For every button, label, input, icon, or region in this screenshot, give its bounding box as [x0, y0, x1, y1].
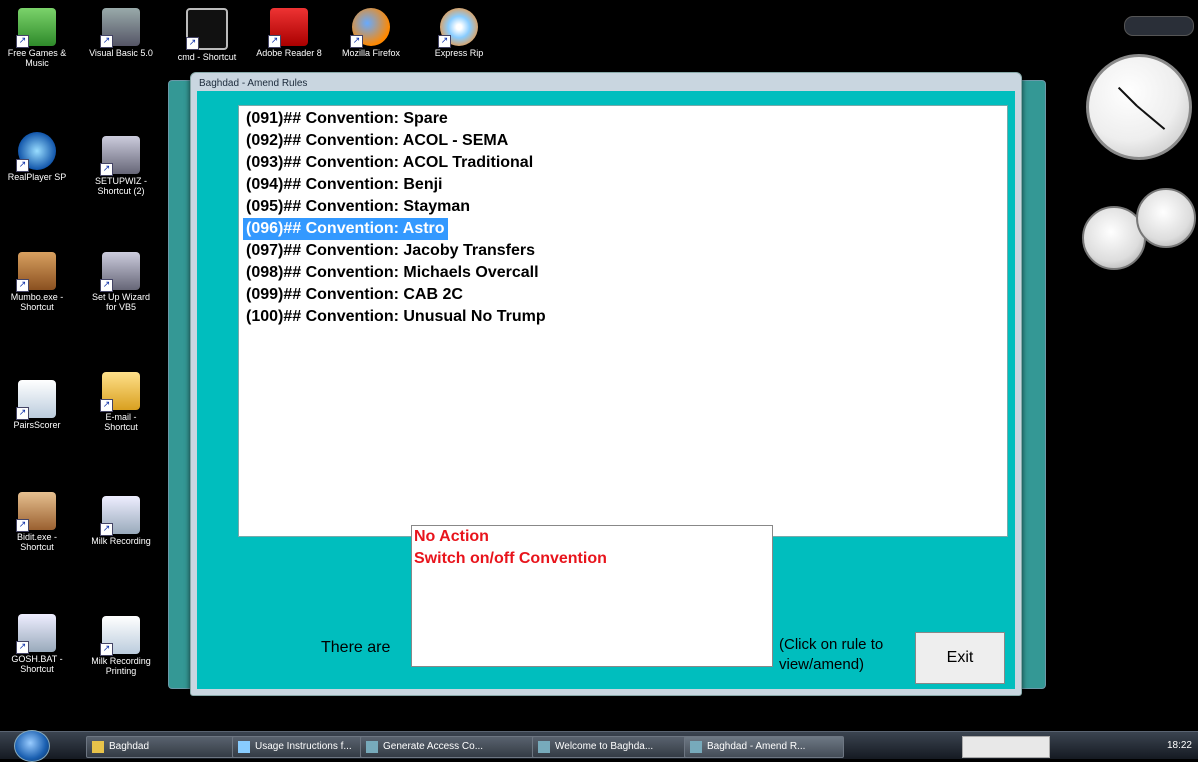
magnifier-icon: ↗ — [100, 496, 140, 536]
desktop-icon-bidit[interactable]: ↗ Bidit.exe - Shortcut — [4, 492, 70, 552]
window-client-area: (091)## Convention: Spare (092)## Conven… — [197, 91, 1015, 689]
desktop-icon-adobe-reader[interactable]: ↗ Adobe Reader 8 — [256, 8, 322, 58]
desktop-icon-label: Bidit.exe - Shortcut — [16, 532, 58, 552]
document-icon: ↗ — [100, 616, 140, 656]
desktop-icon-label: Set Up Wizard for VB5 — [91, 292, 151, 312]
desktop-icon-pairsscorer[interactable]: ↗ PairsScorer — [4, 380, 70, 430]
desktop-icon-milk-recording[interactable]: ↗ Milk Recording — [88, 496, 154, 546]
desktop-icon-label: SETUPWIZ - Shortcut (2) — [95, 176, 147, 196]
desktop-icon-label: Mumbo.exe - Shortcut — [10, 292, 64, 312]
taskbar-button[interactable]: Welcome to Baghda... — [532, 736, 692, 758]
desktop-icon-express-rip[interactable]: ↗ Express Rip — [426, 8, 492, 58]
window-title: Baghdad - Amend Rules — [199, 78, 308, 89]
action-no-action[interactable]: No Action — [414, 526, 489, 548]
window-icon — [366, 741, 378, 753]
desktop-icon-cmd[interactable]: ↗ cmd - Shortcut — [174, 8, 240, 62]
rules-listbox[interactable]: (091)## Convention: Spare (092)## Conven… — [238, 105, 1008, 537]
rule-item[interactable]: (094)## Convention: Benji — [243, 174, 445, 196]
folder-icon — [92, 741, 104, 753]
desktop-icon-label: PairsScorer — [13, 420, 61, 430]
cat-icon: ↗ — [16, 252, 56, 292]
memory-meter-gadget — [1136, 188, 1196, 248]
desktop-icon-free-games[interactable]: ↗ Free Games & Music — [4, 8, 70, 68]
cd-icon: ↗ — [438, 8, 478, 48]
rule-item-selected[interactable]: (096)## Convention: Astro — [243, 218, 448, 240]
setup-wizard-icon: ↗ — [100, 136, 140, 176]
rule-count-label: There are — [321, 639, 391, 656]
clock-minute-hand — [1136, 105, 1166, 130]
rule-item[interactable]: (091)## Convention: Spare — [243, 108, 451, 130]
desktop-icon-label: Free Games & Music — [7, 48, 67, 68]
desktop-icon-visual-basic[interactable]: ↗ Visual Basic 5.0 — [88, 8, 154, 58]
taskbar-button[interactable]: Usage Instructions f... — [232, 736, 372, 758]
desktop-icon-firefox[interactable]: ↗ Mozilla Firefox — [338, 8, 404, 58]
desktop-icon-label: Visual Basic 5.0 — [89, 48, 153, 58]
rule-item[interactable]: (095)## Convention: Stayman — [243, 196, 473, 218]
desktop-icon-label: RealPlayer SP — [7, 172, 67, 182]
email-icon: ↗ — [100, 372, 140, 412]
desktop-icon-label: Milk Recording — [91, 536, 151, 546]
amend-rules-window: Baghdad - Amend Rules (091)## Convention… — [190, 72, 1022, 696]
desktop-icon-label: Express Rip — [434, 48, 484, 58]
terminal-icon: ↗ — [186, 8, 228, 50]
desktop-icon-milk-recording-printing[interactable]: ↗ Milk Recording Printing — [88, 616, 154, 676]
rule-item[interactable]: (093)## Convention: ACOL Traditional — [243, 152, 536, 174]
action-listbox[interactable]: No Action Switch on/off Convention — [411, 525, 773, 667]
desktop-icon-label: Mozilla Firefox — [341, 48, 400, 58]
action-switch-convention[interactable]: Switch on/off Convention — [414, 548, 607, 570]
tray-clock[interactable]: 18:22 — [1167, 732, 1192, 759]
rule-item[interactable]: (097)## Convention: Jacoby Transfers — [243, 240, 538, 262]
clock-gadget — [1086, 54, 1192, 160]
language-bar[interactable] — [962, 736, 1050, 758]
click-hint-label: (Click on rule to view/amend) — [779, 636, 884, 673]
sidebar-gadget-controls[interactable] — [1124, 16, 1194, 36]
desktop-icon-setup-wizard-vb5[interactable]: ↗ Set Up Wizard for VB5 — [88, 252, 154, 312]
desktop-icon-gosh-bat[interactable]: ↗ GOSH.BAT - Shortcut — [4, 614, 70, 674]
magnifier-icon: ↗ — [16, 614, 56, 654]
document-icon — [238, 741, 250, 753]
taskbar-button[interactable]: Baghdad — [86, 736, 240, 758]
window-icon — [690, 741, 702, 753]
desktop-icon-setupwiz[interactable]: ↗ SETUPWIZ - Shortcut (2) — [88, 136, 154, 196]
exit-button[interactable]: Exit — [915, 632, 1005, 684]
desktop-icon-label: Adobe Reader 8 — [256, 48, 322, 58]
rule-item[interactable]: (100)## Convention: Unusual No Trump — [243, 306, 549, 328]
firefox-icon: ↗ — [350, 8, 390, 48]
desktop-icon-label: E-mail - Shortcut — [104, 412, 138, 432]
pdf-icon: ↗ — [268, 8, 308, 48]
desktop-icon-label: Milk Recording Printing — [91, 656, 151, 676]
desktop-icon-email[interactable]: ↗ E-mail - Shortcut — [88, 372, 154, 432]
rule-item[interactable]: (092)## Convention: ACOL - SEMA — [243, 130, 511, 152]
gift-icon: ↗ — [16, 8, 56, 48]
desktop-icon-label: cmd - Shortcut — [177, 52, 237, 62]
realplayer-icon: ↗ — [16, 132, 56, 172]
start-button[interactable] — [14, 730, 50, 762]
desktop-icon-label: GOSH.BAT - Shortcut — [11, 654, 63, 674]
window-icon — [538, 741, 550, 753]
desktop-icon-realplayer[interactable]: ↗ RealPlayer SP — [4, 132, 70, 182]
taskbar: Baghdad Usage Instructions f... Generate… — [0, 730, 1198, 762]
desktop-icon-mumbo[interactable]: ↗ Mumbo.exe - Shortcut — [4, 252, 70, 312]
visual-basic-icon: ↗ — [100, 8, 140, 48]
taskbar-button-active[interactable]: Baghdad - Amend R... — [684, 736, 844, 758]
rule-item[interactable]: (098)## Convention: Michaels Overcall — [243, 262, 542, 284]
clock-hour-hand — [1117, 86, 1138, 107]
cat-icon: ↗ — [16, 492, 56, 532]
rule-item[interactable]: (099)## Convention: CAB 2C — [243, 284, 466, 306]
document-icon: ↗ — [16, 380, 56, 420]
setup-wizard-icon: ↗ — [100, 252, 140, 292]
taskbar-button[interactable]: Generate Access Co... — [360, 736, 544, 758]
